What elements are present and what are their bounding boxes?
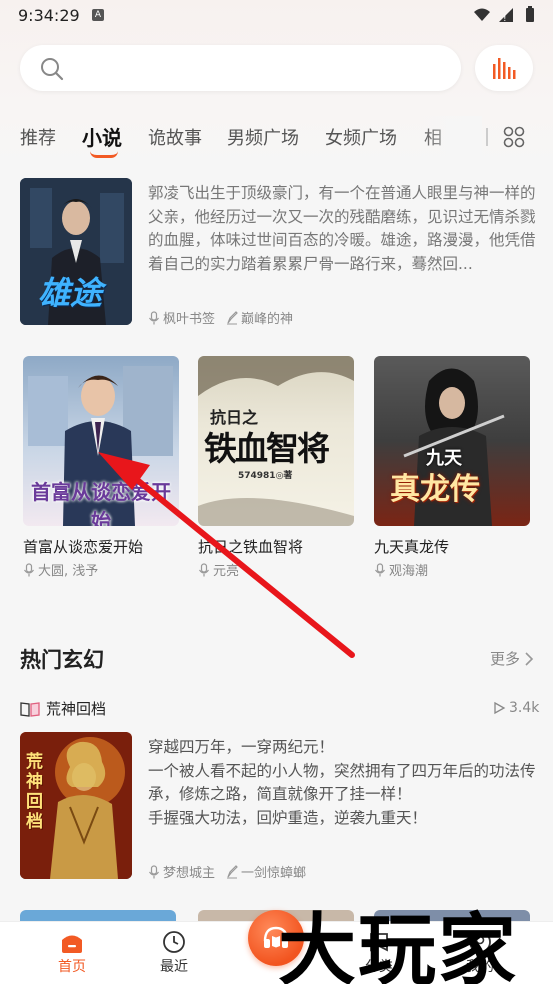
book-title[interactable]: 首富从谈恋爱开始 [23,536,179,557]
home-icon [62,935,82,953]
tab-fade [420,116,482,160]
microphone-icon [375,562,385,576]
category-tabs: 推荐 小说 诡故事 男频广场 女频广场 相 [0,116,553,160]
cover-title: 首富从谈恋爱开始 [31,480,171,526]
play-icon [494,701,506,715]
book-open-icon [20,701,40,717]
featured-description[interactable]: 郭凌飞出生于顶级豪门，有一个在普通人眼里与神一样的父亲，他经历过一次又一次的残酷… [148,182,538,276]
section-title: 热门玄幻 [20,648,104,672]
more-label: 更多 [490,650,521,668]
tab-male-plaza[interactable]: 男频广场 [227,124,299,150]
status-time: 9:34:29 [18,6,80,25]
book-cover[interactable]: 九天 真龙传 [374,356,530,526]
cover-title: 雄途 [38,274,103,312]
book-author: 一剑惊蟑螂 [226,862,306,881]
author-name: 一剑惊蟑螂 [241,866,307,881]
cover-title: 荒神回档 [26,752,43,832]
search-icon [41,58,64,81]
book-card[interactable]: 首富从谈恋爱开始 首富从谈恋爱开始 大圆, 浅予 [23,356,179,579]
author-name: 巅峰的神 [241,312,294,327]
book-author: 大圆, 浅予 [23,560,179,579]
pen-icon [227,310,238,324]
search-input[interactable] [74,53,434,83]
book-description[interactable]: 穿越四万年，一穿两纪元！ 一个被人看不起的小人物，突然拥有了四万年后的功法传承，… [148,736,543,830]
cover-title: 铁血智将 [204,429,330,468]
author-name: 观海潮 [389,564,429,579]
watermark-logo: 大玩家 [278,906,519,984]
book-title[interactable]: 九天真龙传 [374,536,530,557]
tab-female-plaza[interactable]: 女频广场 [325,124,397,150]
book-cover[interactable]: 抗日之 铁血智将 574981◎著 [198,356,354,526]
play-count: 3.4k [492,700,539,716]
tab-novel[interactable]: 小说 [82,122,122,151]
play-count-value: 3.4k [509,700,540,716]
book-row-header[interactable]: 荒神回档 [20,698,106,719]
search-bar[interactable] [20,45,461,91]
grid-menu-icon[interactable] [503,126,525,148]
book-card[interactable]: 九天 真龙传 九天真龙传 观海潮 [374,356,530,579]
narrator-name: 枫叶书签 [163,312,216,327]
book-narrator: 梦想城主 [148,862,215,881]
audio-bars-icon [493,58,516,79]
book-description-text: 穿越四万年，一穿两纪元！ 一个被人看不起的小人物，突然拥有了四万年后的功法传承，… [148,738,536,827]
nav-recent-label: 最近 [160,959,188,975]
book-cover[interactable]: 首富从谈恋爱开始 [23,356,179,526]
tab-strange-stories[interactable]: 诡故事 [148,124,202,150]
book-cover[interactable]: 荒神回档 [20,732,132,879]
nav-home[interactable]: 首页 [42,930,102,976]
tab-divider [486,128,488,146]
book-card[interactable]: 抗日之 铁血智将 574981◎著 抗日之铁血智将 元亮 [198,356,354,579]
cover-title: 真龙传 [390,472,480,507]
featured-author: 巅峰的神 [226,308,293,327]
microphone-icon [149,310,159,324]
audio-player-button[interactable] [475,45,533,91]
cover-author: 574981◎著 [238,471,293,481]
wifi-icon [474,8,490,21]
featured-book-cover[interactable]: 雄途 [20,178,132,325]
book-author: 观海潮 [374,560,530,579]
book-title[interactable]: 抗日之铁血智将 [198,536,354,557]
nav-home-label: 首页 [58,959,86,975]
nav-recent[interactable]: 最近 [144,930,204,976]
active-tab-indicator [90,151,118,158]
tab-recommend[interactable]: 推荐 [20,124,56,150]
microphone-icon [199,562,209,576]
clock-icon [163,931,185,953]
more-link[interactable]: 更多 [490,648,534,669]
svg-text:!: ! [503,14,507,24]
book-author: 元亮 [198,560,354,579]
pen-icon [227,864,238,878]
notification-a-icon: A [92,9,104,21]
book-title: 荒神回档 [46,700,107,718]
chevron-right-icon [525,651,534,666]
narrator-name: 梦想城主 [163,866,216,881]
microphone-icon [149,864,159,878]
microphone-icon [24,562,34,576]
signal-icon: ! [499,8,513,24]
status-bar: 9:34:29 A ! [0,0,553,32]
author-name: 元亮 [213,564,240,579]
author-name: 大圆, 浅予 [38,564,99,579]
battery-icon [526,6,534,22]
featured-narrator: 枫叶书签 [148,308,215,327]
